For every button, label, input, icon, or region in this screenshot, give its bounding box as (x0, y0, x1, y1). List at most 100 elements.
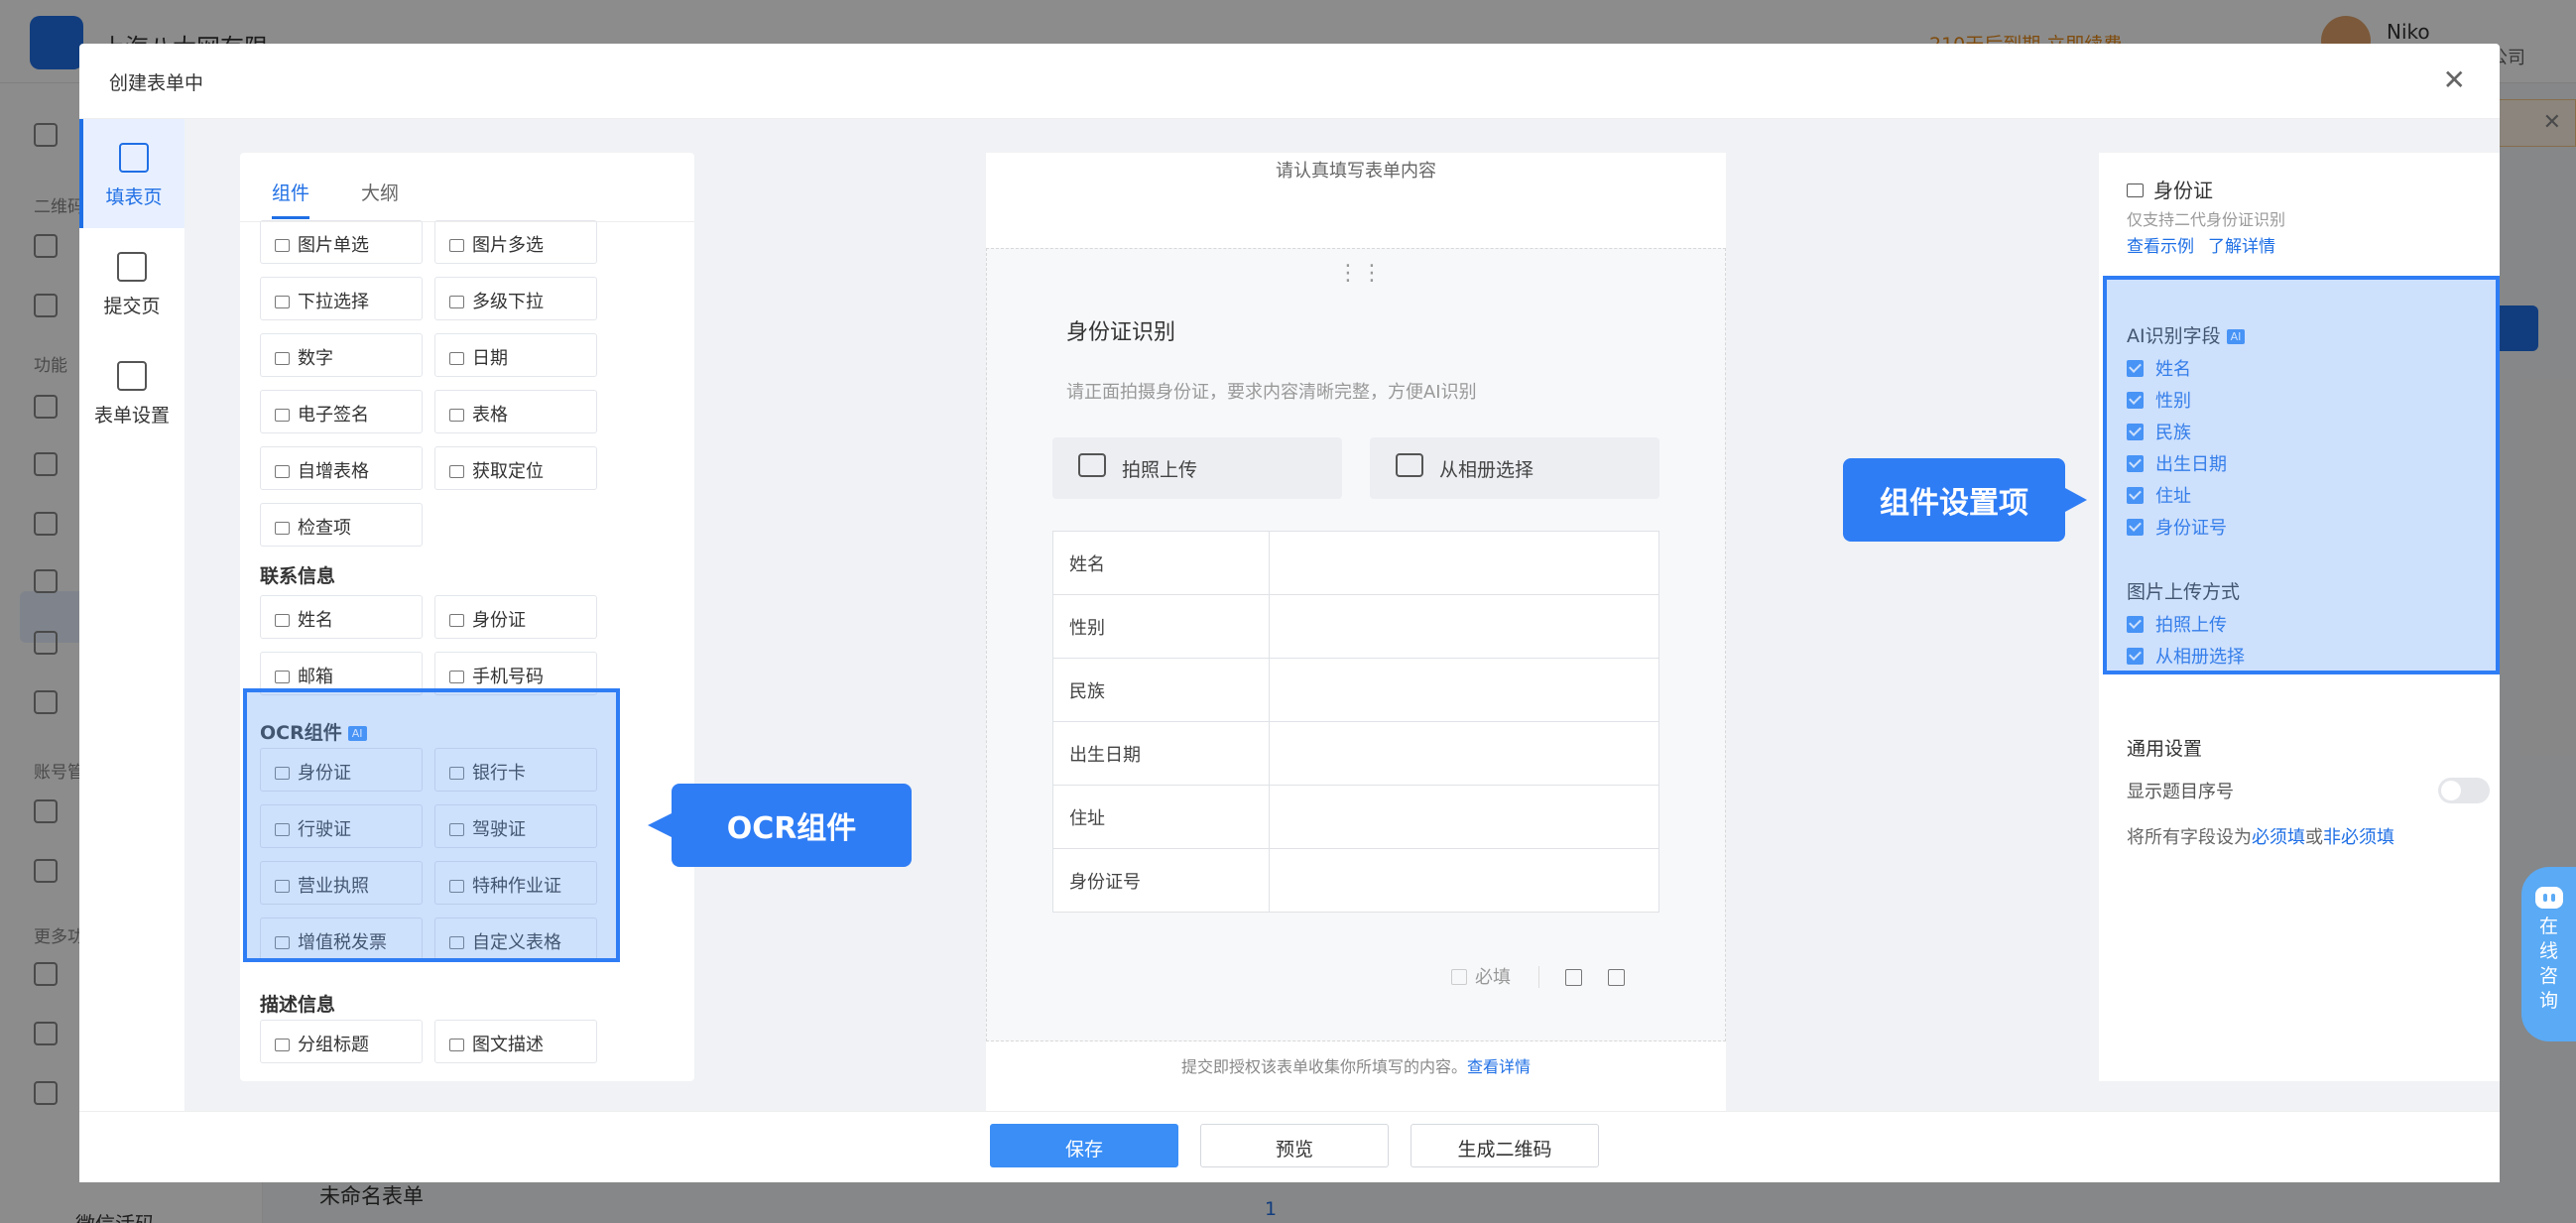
group-title-desc: 描述信息 (260, 994, 336, 1016)
image-text-icon (449, 1039, 464, 1051)
show-number-toggle[interactable] (2438, 778, 2490, 803)
location-icon (449, 465, 464, 478)
example-link[interactable]: 查看示例 (2127, 237, 2194, 257)
detail-link[interactable]: 了解详情 (2208, 237, 2275, 257)
consult-char: 咨 (2538, 965, 2558, 987)
set-required-link[interactable]: 必须填 (2252, 827, 2305, 848)
upload-album-button[interactable]: 从相册选择 (1370, 437, 1659, 499)
row-value[interactable] (1269, 531, 1659, 595)
id-card-field[interactable]: ⋮⋮ 身份证识别 请正面拍摄身份证，要求内容清晰完整，方便AI识别 拍照上传 从… (986, 248, 1726, 1041)
general-section-title: 通用设置 (2127, 738, 2203, 760)
comp-label: 获取定位 (472, 461, 544, 482)
table-row: 民族 (1052, 658, 1659, 722)
comp-name[interactable]: 姓名 (260, 595, 423, 639)
comp-label: 自增表格 (298, 461, 369, 482)
row-label: 身份证号 (1052, 848, 1270, 913)
online-consult-button[interactable]: 在 线 咨 询 (2521, 867, 2576, 1041)
row-label: 出生日期 (1052, 721, 1270, 786)
field-title[interactable]: 身份证识别 (1066, 314, 1175, 346)
show-number-label: 显示题目序号 (2127, 782, 2234, 802)
settings-callout-label: 组件设置项 (1843, 458, 2087, 542)
comp-dropdown[interactable]: 下拉选择 (260, 277, 423, 320)
set-all-prefix: 将所有字段设为 (2127, 827, 2252, 848)
comp-signature[interactable]: 电子签名 (260, 390, 423, 433)
upload-camera-button[interactable]: 拍照上传 (1052, 437, 1342, 499)
modal-header: 创建表单中 ✕ (79, 44, 2500, 119)
row-value[interactable] (1269, 785, 1659, 849)
row-value[interactable] (1269, 658, 1659, 722)
set-or: 或 (2305, 827, 2323, 848)
settings-title-text: 身份证 (2153, 179, 2213, 202)
ocr-callout-label: OCR组件 (648, 784, 912, 867)
images-icon (449, 239, 464, 252)
tab-components[interactable]: 组件 (272, 179, 309, 205)
comp-location[interactable]: 获取定位 (434, 446, 597, 490)
comp-auto-table[interactable]: 自增表格 (260, 446, 423, 490)
settings-links: 查看示例 了解详情 (2127, 232, 2289, 257)
form-settings-icon (117, 361, 147, 391)
row-value[interactable] (1269, 848, 1659, 913)
number-icon (275, 352, 290, 365)
palette-tabs: 组件 大纲 (240, 153, 694, 222)
comp-label: 检查项 (298, 518, 351, 539)
comp-label: 手机号码 (472, 667, 544, 687)
comp-table[interactable]: 表格 (434, 390, 597, 433)
modal-title: 创建表单中 (109, 72, 204, 94)
comp-image-single[interactable]: 图片单选 (260, 220, 423, 264)
comp-group-title[interactable]: 分组标题 (260, 1020, 423, 1063)
comp-id-card[interactable]: 身份证 (434, 595, 597, 639)
close-icon[interactable]: ✕ (2443, 63, 2466, 96)
upload-album-label: 从相册选择 (1439, 459, 1534, 481)
cascade-icon (449, 296, 464, 308)
calendar-icon (449, 352, 464, 365)
row-value[interactable] (1269, 721, 1659, 786)
phone-icon (449, 671, 464, 683)
field-toolbar: 必填 (1451, 963, 1625, 989)
drag-handle-icon[interactable]: ⋮⋮ (1337, 261, 1385, 286)
comp-image-multi[interactable]: 图片多选 (434, 220, 597, 264)
set-all-fields-line: 将所有字段设为必须填或非必须填 (2127, 823, 2394, 849)
comp-checklist[interactable]: 检查项 (260, 503, 423, 547)
modal-footer: 保存 预览 生成二维码 (79, 1111, 2500, 1182)
settings-title: 身份证 (2127, 175, 2213, 203)
tab-outline[interactable]: 大纲 (361, 179, 399, 205)
comp-number[interactable]: 数字 (260, 333, 423, 377)
person-icon (275, 614, 290, 627)
comp-label: 表格 (472, 405, 508, 426)
copy-icon[interactable] (1565, 969, 1582, 986)
tab-indicator (272, 216, 309, 219)
comp-label: 图文描述 (472, 1035, 544, 1055)
id-info-table: 姓名 性别 民族 出生日期 住址 身份证号 (1052, 531, 1659, 913)
form-hint: 请认真填写表单内容 (1276, 161, 1436, 182)
mail-icon (275, 671, 290, 683)
row-label: 性别 (1052, 594, 1270, 659)
checklist-icon (275, 522, 290, 535)
nav-item-form-settings[interactable]: 表单设置 (79, 337, 184, 446)
upload-camera-label: 拍照上传 (1122, 459, 1198, 481)
nav-item-fill-page[interactable]: 填表页 (79, 119, 184, 228)
pen-icon (275, 409, 290, 422)
required-checkbox[interactable] (1451, 969, 1467, 985)
preview-button[interactable]: 预览 (1200, 1124, 1389, 1167)
save-button[interactable]: 保存 (990, 1124, 1178, 1167)
comp-cascade-dropdown[interactable]: 多级下拉 (434, 277, 597, 320)
settings-highlight-box (2103, 276, 2500, 674)
id-card-icon (449, 614, 464, 627)
trash-icon[interactable] (1608, 969, 1625, 986)
comp-label: 图片单选 (298, 235, 369, 256)
set-optional-link[interactable]: 非必须填 (2323, 827, 2394, 848)
generate-qrcode-button[interactable]: 生成二维码 (1411, 1124, 1599, 1167)
group-title-contact: 联系信息 (260, 565, 336, 587)
footer-text: 提交即授权该表单收集你所填写的内容。 (1180, 1057, 1467, 1076)
heading-icon (275, 1039, 290, 1051)
row-value[interactable] (1269, 594, 1659, 659)
consult-char: 询 (2538, 990, 2558, 1012)
comp-rich-desc[interactable]: 图文描述 (434, 1020, 597, 1063)
auto-table-icon (275, 465, 290, 478)
ocr-highlight-box (243, 688, 620, 962)
divider (1538, 966, 1539, 988)
nav-item-submit-page[interactable]: 提交页 (79, 228, 184, 337)
footer-detail-link[interactable]: 查看详情 (1467, 1057, 1531, 1076)
comp-date[interactable]: 日期 (434, 333, 597, 377)
comp-label: 电子签名 (298, 405, 369, 426)
